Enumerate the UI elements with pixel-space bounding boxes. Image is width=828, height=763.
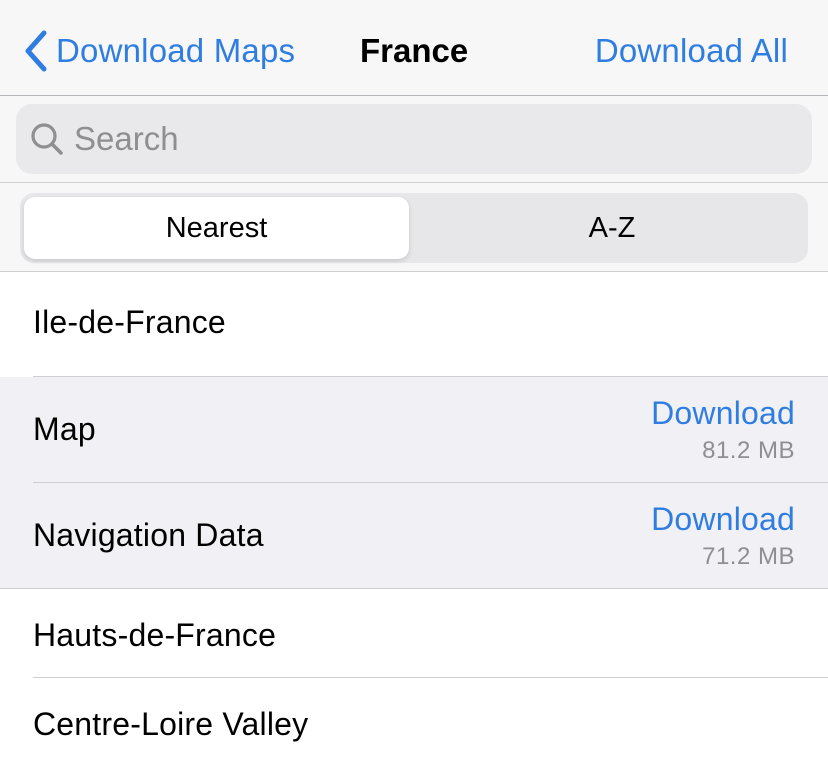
search-field[interactable] [16,104,812,174]
item-label: Navigation Data [33,517,264,553]
segment-nearest[interactable]: Nearest [24,197,409,259]
sort-segmented-control: Nearest A-Z [20,193,808,263]
navigation-bar: Download Maps France Download All [0,0,828,96]
download-navigation-data-button[interactable]: Download [651,501,795,538]
region-name: Hauts-de-France [33,617,277,653]
search-icon [30,122,64,156]
region-list: Ile-de-France Map Download 81.2 MB Navig… [0,272,828,763]
item-label: Map [33,411,96,447]
download-map-button[interactable]: Download [651,395,795,432]
download-row-navigation-data: Navigation Data Download 71.2 MB [0,483,828,589]
segment-a-z[interactable]: A-Z [420,197,804,259]
region-row-ile-de-france[interactable]: Ile-de-France [0,272,828,377]
region-row-hauts-de-france[interactable]: Hauts-de-France [0,589,828,678]
download-row-map: Map Download 81.2 MB [0,377,828,483]
page-title-text: France [360,32,469,69]
search-bar-container [0,96,828,183]
download-all-button[interactable]: Download All [595,28,788,74]
file-size: 81.2 MB [702,437,795,464]
region-name: Centre-Loire Valley [33,706,309,742]
file-size: 71.2 MB [702,543,795,570]
region-row-centre-loire-valley[interactable]: Centre-Loire Valley [0,678,828,763]
sort-control-container: Nearest A-Z [0,183,828,272]
region-name: Ile-de-France [33,304,226,340]
search-input[interactable] [74,120,774,158]
